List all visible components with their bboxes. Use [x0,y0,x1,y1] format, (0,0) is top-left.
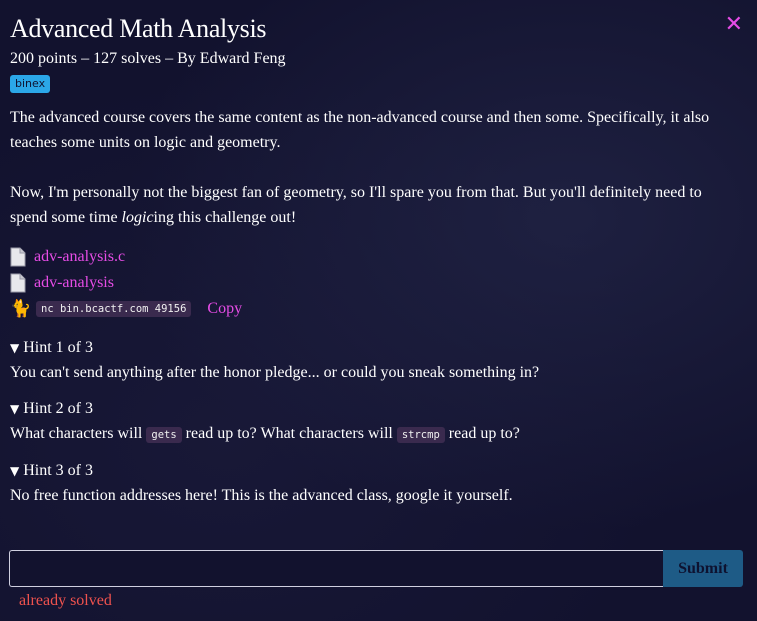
triangle-down-icon: ▼ [10,341,20,355]
category-tag: binex [10,75,51,93]
triangle-down-icon: ▼ [10,402,20,416]
hint-3: ▼ Hint 3 of 3 No free function addresses … [10,461,743,506]
hint-2-toggle[interactable]: ▼ Hint 2 of 3 [10,399,743,419]
hint-1-summary: Hint 1 of 3 [23,339,94,356]
file-list: adv-analysis.c adv-analysis 🐈 nc bin.bca… [10,244,743,322]
file-icon [10,273,26,293]
hint-1-toggle[interactable]: ▼ Hint 1 of 3 [10,338,743,358]
hint-2-text-a: What characters will [10,425,147,442]
description-paragraph-2: Now, I'm personally not the biggest fan … [10,180,743,230]
connection-command: nc bin.bcactf.com 49156 [36,301,192,317]
triangle-down-icon: ▼ [10,464,20,478]
description-text-before: Now, I'm personally not the biggest fan … [10,184,702,226]
challenge-meta: 200 points – 127 solves – By Edward Feng [10,50,286,67]
description-paragraph-1: The advanced course covers the same cont… [10,109,710,151]
flag-submit-row: Submit [9,550,743,587]
file-icon [10,247,26,267]
description-italic-logic: logic [121,209,154,226]
hint-2-summary: Hint 2 of 3 [23,400,94,417]
hint-2-code-strcmp: strcmp [396,427,445,443]
hint-2-text: What characters will gets read up to? Wh… [10,424,743,445]
cat-icon: 🐈 [10,299,32,319]
hint-3-text: No free function addresses here! This is… [10,487,513,504]
hint-2-code-gets: gets [146,427,182,443]
hint-2-text-b: read up to? What characters will [181,425,397,442]
hint-3-toggle[interactable]: ▼ Hint 3 of 3 [10,461,743,481]
hint-2-text-c: read up to? [444,425,520,442]
file-link-adv-analysis[interactable]: adv-analysis [34,274,114,292]
file-item: adv-analysis.c [10,244,743,270]
solved-status: already solved [19,592,112,609]
close-icon[interactable]: ✕ [725,14,743,36]
hint-1-text: You can't send anything after the honor … [10,364,540,381]
hint-1: ▼ Hint 1 of 3 You can't send anything aft… [10,338,743,383]
file-link-adv-analysis-c[interactable]: adv-analysis.c [34,248,125,266]
copy-button[interactable]: Copy [207,300,242,318]
description-text-after: ing this challenge out! [153,209,297,226]
file-item: adv-analysis [10,270,743,296]
hint-2: ▼ Hint 2 of 3 What characters will gets r… [10,399,743,445]
hint-3-summary: Hint 3 of 3 [23,462,94,479]
connection-row: 🐈 nc bin.bcactf.com 49156 Copy [10,296,743,322]
challenge-modal: ✕ Advanced Math Analysis 200 points – 12… [0,0,757,621]
flag-input[interactable] [9,550,663,587]
challenge-description: The advanced course covers the same cont… [10,105,743,230]
challenge-title: Advanced Math Analysis [10,14,267,43]
submit-button[interactable]: Submit [663,550,743,587]
